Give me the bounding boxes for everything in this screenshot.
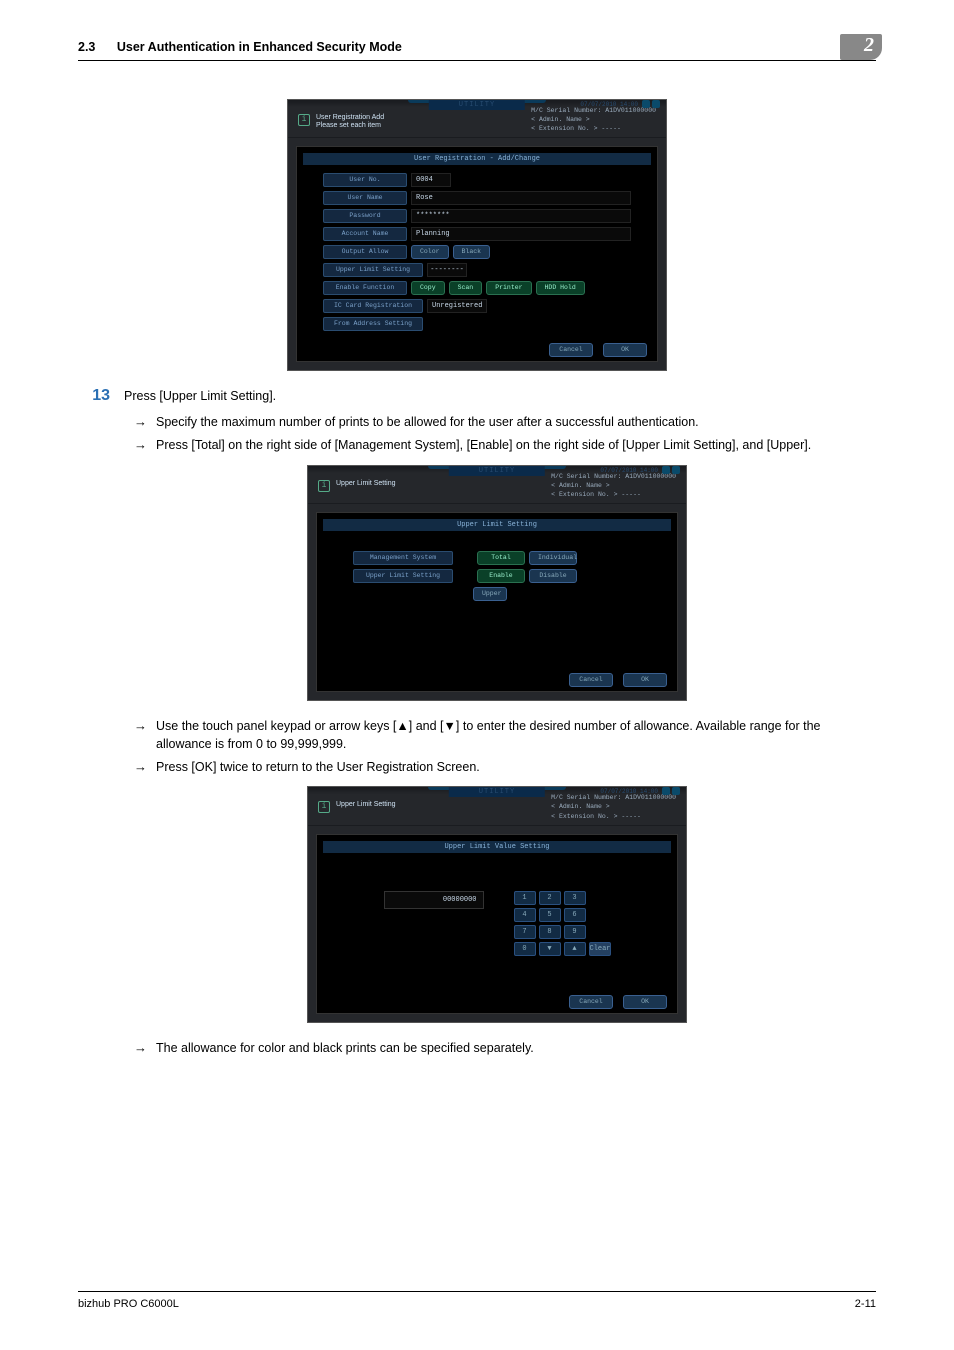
key-0[interactable]: 0 xyxy=(514,942,536,956)
output-allow-label: Output Allow xyxy=(323,245,407,259)
ok-button[interactable]: OK xyxy=(623,673,667,687)
arrow-icon: → xyxy=(134,717,156,736)
energy-icon xyxy=(662,787,670,795)
timestamp: 07/07/2010 14:00 xyxy=(580,101,638,108)
cancel-button[interactable]: Cancel xyxy=(549,343,593,357)
upper-limit-setting-label: Upper Limit Setting xyxy=(353,569,453,583)
key-2[interactable]: 2 xyxy=(539,891,561,905)
scan-button[interactable]: Scan xyxy=(449,281,483,295)
account-name-button[interactable]: Account Name xyxy=(323,227,407,241)
key-5[interactable]: 5 xyxy=(539,908,561,922)
sub-2: Press [Total] on the right side of [Mana… xyxy=(156,436,876,454)
keypad: 1 2 3 4 5 6 7 8 9 0 xyxy=(514,891,611,956)
printer-button[interactable]: Printer xyxy=(486,281,531,295)
color-button[interactable]: Color xyxy=(411,245,449,259)
arrow-icon: → xyxy=(134,758,156,777)
utility-label: UTILITY xyxy=(429,100,525,110)
upper-button[interactable]: Upper xyxy=(473,587,507,601)
key-up[interactable]: ▲ xyxy=(564,942,586,956)
screen-title-2: Please set each item xyxy=(316,122,384,130)
step-text: Press [Upper Limit Setting]. xyxy=(124,389,276,403)
key-3[interactable]: 3 xyxy=(564,891,586,905)
sub-4: Press [OK] twice to return to the User R… xyxy=(156,758,876,776)
info-icon: i xyxy=(318,801,330,813)
help-icon xyxy=(672,466,680,474)
black-button[interactable]: Black xyxy=(453,245,491,259)
page-footer: bizhub PRO C6000L 2-11 xyxy=(78,1291,876,1310)
cancel-button[interactable]: Cancel xyxy=(569,995,613,1009)
key-8[interactable]: 8 xyxy=(539,925,561,939)
energy-icon xyxy=(662,466,670,474)
sub-5: The allowance for color and black prints… xyxy=(156,1039,876,1057)
ic-card-button[interactable]: IC Card Registration xyxy=(323,299,423,313)
from-address-button[interactable]: From Address Setting xyxy=(323,317,423,331)
disable-button[interactable]: Disable xyxy=(529,569,577,583)
page-number: 2-11 xyxy=(855,1298,876,1310)
password-value: ******** xyxy=(411,209,631,223)
help-icon xyxy=(672,787,680,795)
password-button[interactable]: Password xyxy=(323,209,407,223)
account-value: Planning xyxy=(411,227,631,241)
key-clear[interactable]: Clear xyxy=(589,942,611,956)
value-display: 00000000 xyxy=(384,891,484,909)
section-title: User Authentication in Enhanced Security… xyxy=(117,40,402,54)
user-no-label: User No. xyxy=(323,173,407,187)
product-name: bizhub PRO C6000L xyxy=(78,1298,179,1310)
screen-title: Upper Limit Setting xyxy=(336,801,396,809)
hdd-hold-button[interactable]: HDD Hold xyxy=(536,281,585,295)
screen-title: Upper Limit Setting xyxy=(336,480,396,488)
management-system-label: Management System xyxy=(353,551,453,565)
energy-icon xyxy=(642,100,650,108)
enable-button[interactable]: Enable xyxy=(477,569,525,583)
copy-button[interactable]: Copy xyxy=(411,281,445,295)
screen-title-1: User Registration Add xyxy=(316,114,384,122)
user-name-button[interactable]: User Name xyxy=(323,191,407,205)
section-number: 2.3 xyxy=(78,40,95,54)
step-13: 13 Press [Upper Limit Setting]. xyxy=(78,387,876,405)
key-7[interactable]: 7 xyxy=(514,925,536,939)
device-screenshot-3: UTILITY 07/07/2010 14:00 i Upper Limit S… xyxy=(307,786,687,1022)
step-number: 13 xyxy=(78,387,124,405)
pane-title: User Registration - Add/Change xyxy=(303,153,651,165)
info-icon: i xyxy=(318,480,330,492)
upper-limit-setting-button[interactable]: Upper Limit Setting xyxy=(323,263,423,277)
arrow-icon: → xyxy=(134,413,156,432)
key-1[interactable]: 1 xyxy=(514,891,536,905)
key-9[interactable]: 9 xyxy=(564,925,586,939)
chapter-tab: 2 xyxy=(840,34,882,60)
info-icon: i xyxy=(298,114,310,126)
user-no-value: 0004 xyxy=(411,173,451,187)
key-down[interactable]: ▼ xyxy=(539,942,561,956)
total-button[interactable]: Total xyxy=(477,551,525,565)
cancel-button[interactable]: Cancel xyxy=(569,673,613,687)
page-header: 2.3 User Authentication in Enhanced Secu… xyxy=(78,40,876,61)
help-icon xyxy=(652,100,660,108)
sub-3: Use the touch panel keypad or arrow keys… xyxy=(156,717,876,753)
sub-1: Specify the maximum number of prints to … xyxy=(156,413,876,431)
device-screenshot-1: UTILITY 07/07/2010 14:00 i User Registra… xyxy=(287,99,667,371)
individual-button[interactable]: Individual xyxy=(529,551,577,565)
arrow-icon: → xyxy=(134,1039,156,1058)
ok-button[interactable]: OK xyxy=(623,995,667,1009)
ok-button[interactable]: OK xyxy=(603,343,647,357)
enable-function-label: Enable Function xyxy=(323,281,407,295)
device-screenshot-2: UTILITY 07/07/2010 14:00 i Upper Limit S… xyxy=(307,465,687,701)
key-4[interactable]: 4 xyxy=(514,908,536,922)
user-name-value: Rose xyxy=(411,191,631,205)
key-6[interactable]: 6 xyxy=(564,908,586,922)
arrow-icon: → xyxy=(134,436,156,455)
